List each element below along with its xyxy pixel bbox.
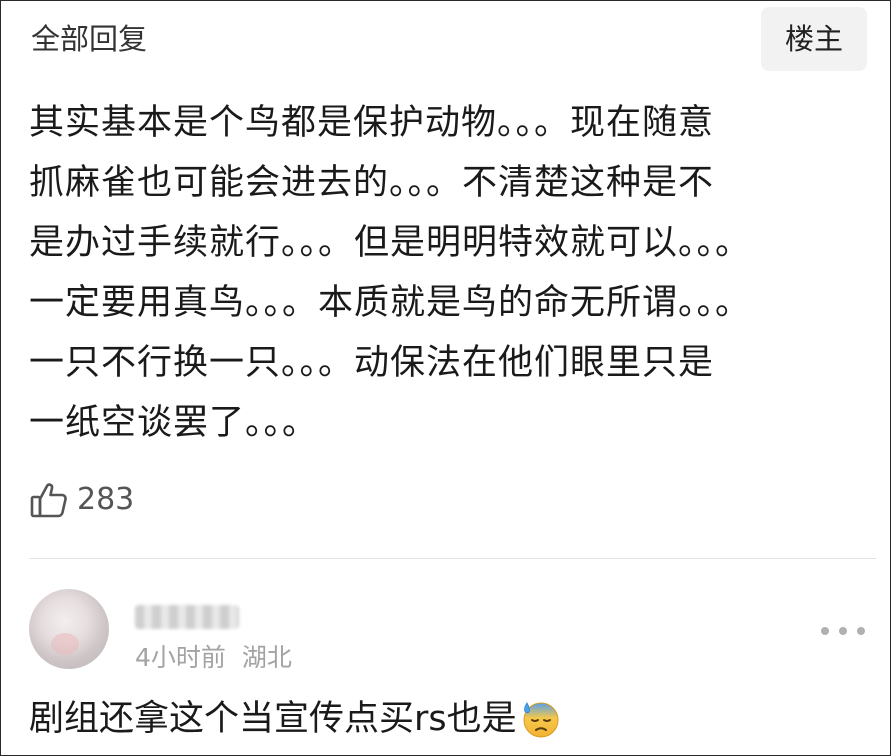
- like-button[interactable]: 283: [29, 475, 134, 525]
- comment-line: 一纸空谈罢了。。。: [29, 403, 319, 443]
- like-count: 283: [77, 482, 135, 517]
- avatar[interactable]: [29, 589, 109, 669]
- reply-location: 湖北: [241, 643, 292, 672]
- username-redacted[interactable]: [135, 605, 239, 629]
- comment-line: 其实基本是个鸟都是保护动物。。。现在随意: [29, 103, 715, 143]
- comment-line: 一定要用真鸟。。。本质就是鸟的命无所谓。。。: [29, 283, 752, 323]
- page-title: 全部回复: [31, 22, 148, 56]
- op-badge: 楼主: [761, 7, 867, 71]
- reply-body: 剧组还拿这个当宣传点买rs也是: [29, 691, 561, 747]
- reply-meta: 4小时前 湖北: [135, 641, 292, 675]
- comment-line: 是办过手续就行。。。但是明明特效就可以。。。: [29, 223, 752, 263]
- thumbs-up-icon: [29, 480, 69, 520]
- more-dots-icon[interactable]: [821, 623, 865, 639]
- comment-line: 一只不行换一只。。。动保法在他们眼里只是: [29, 343, 715, 383]
- downcast-sweat-face-emoji: [521, 699, 561, 739]
- reply-time: 4小时前: [135, 643, 226, 672]
- divider: [29, 558, 876, 559]
- header: 全部回复 楼主: [1, 1, 890, 73]
- reply-text: 剧组还拿这个当宣传点买rs也是: [29, 699, 517, 739]
- page-frame: 全部回复 楼主 其实基本是个鸟都是保护动物。。。现在随意 抓麻雀也可能会进去的。…: [0, 0, 891, 756]
- comment-line: 抓麻雀也可能会进去的。。。不清楚这种是不: [29, 163, 715, 203]
- comment-body: 其实基本是个鸟都是保护动物。。。现在随意 抓麻雀也可能会进去的。。。不清楚这种是…: [29, 93, 879, 453]
